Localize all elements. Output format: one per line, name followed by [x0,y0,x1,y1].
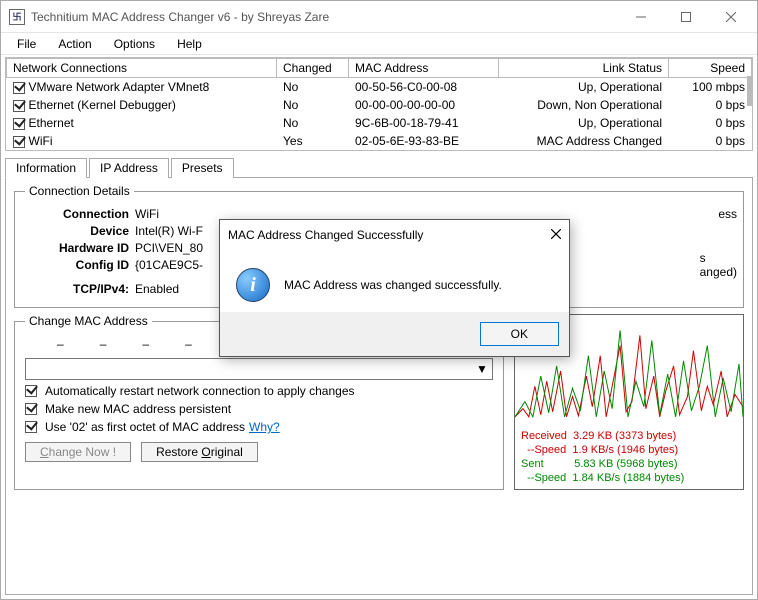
label-config-id: Config ID [25,258,135,272]
window-controls [618,2,753,32]
label-use-02-octet: Use '02' as first octet of MAC address [45,420,245,434]
stat-sent-speed-label: --Speed [527,472,566,484]
hex-octet-input[interactable] [153,335,181,353]
tab-information[interactable]: Information [5,158,87,178]
info-icon: i [236,268,270,302]
stat-received-label: Received [521,430,567,442]
menu-options[interactable]: Options [104,35,165,53]
change-now-button[interactable]: Change Now ! [25,442,131,462]
checkbox-icon[interactable] [13,118,25,130]
label-hardware-id: Hardware ID [25,241,135,255]
col-name[interactable]: Network Connections [7,59,277,78]
truncated-text: ess [718,207,737,221]
checkbox-persistent[interactable] [25,403,37,415]
dialog-message: MAC Address was changed successfully. [284,278,502,292]
change-mac-legend: Change MAC Address [25,314,152,328]
label-auto-restart: Automatically restart network connection… [45,384,355,398]
dialog-title: MAC Address Changed Successfully [228,228,551,242]
menu-help[interactable]: Help [167,35,212,53]
stat-recv-speed-value: 1.9 KB/s (1946 bytes) [572,444,678,456]
chevron-down-icon: ▼ [474,361,490,377]
checkbox-icon[interactable] [13,100,25,112]
hex-octet-input[interactable] [25,335,53,353]
stat-recv-speed-label: --Speed [527,444,566,456]
vendor-combobox[interactable]: ▼ [25,358,493,380]
main-window: 卐 Technitium MAC Address Changer v6 - by… [0,0,758,600]
restore-original-button[interactable]: Restore Original [141,442,258,462]
col-speed[interactable]: Speed [669,59,752,78]
menu-action[interactable]: Action [48,35,101,53]
scrollbar-thumb[interactable] [747,76,752,106]
maximize-button[interactable] [663,2,708,32]
connections-table[interactable]: Network Connections Changed MAC Address … [6,58,752,150]
col-mac[interactable]: MAC Address [349,59,499,78]
table-row[interactable]: Ethernet (Kernel Debugger)No00-00-00-00-… [7,96,752,114]
why-link[interactable]: Why? [249,420,280,434]
stat-received-value: 3.29 KB (3373 bytes) [573,430,676,442]
stat-sent-speed-value: 1.84 KB/s (1884 bytes) [572,472,684,484]
dialog-ok-button[interactable]: OK [480,322,559,346]
value-tcpip: Enabled [135,282,179,296]
value-connection: WiFi [135,207,159,221]
table-header-row: Network Connections Changed MAC Address … [7,59,752,78]
tab-strip: Information IP Address Presets [5,157,753,177]
traffic-stats: Received 3.29 KB (3373 bytes) --Speed 1.… [515,427,743,489]
col-changed[interactable]: Changed [277,59,349,78]
success-dialog: MAC Address Changed Successfully i MAC A… [219,219,570,357]
checkbox-auto-restart[interactable] [25,385,37,397]
menubar: File Action Options Help [1,33,757,55]
value-config-id: {01CAE9C5- [135,258,203,272]
close-button[interactable] [708,2,753,32]
hex-octet-input[interactable] [68,335,96,353]
dialog-close-button[interactable] [551,228,561,242]
titlebar: 卐 Technitium MAC Address Changer v6 - by… [1,1,757,33]
label-tcpip: TCP/IPv4: [25,282,135,296]
table-row[interactable]: WiFiYes02-05-6E-93-83-BEMAC Address Chan… [7,132,752,150]
col-link[interactable]: Link Status [499,59,669,78]
dialog-titlebar: MAC Address Changed Successfully [220,220,569,250]
truncated-text: sanged) [700,251,737,279]
label-device: Device [25,224,135,238]
tab-presets[interactable]: Presets [171,158,234,178]
checkbox-icon[interactable] [13,136,25,148]
label-connection: Connection [25,207,135,221]
connections-table-wrap: Network Connections Changed MAC Address … [5,57,753,151]
checkbox-icon[interactable] [13,82,25,94]
value-hardware-id: PCI\VEN_80 [135,241,203,255]
menu-file[interactable]: File [7,35,46,53]
stat-sent-value: 5.83 KB (5968 bytes) [574,458,677,470]
stat-sent-label: Sent [521,458,544,470]
value-device: Intel(R) Wi-F [135,224,203,238]
window-title: Technitium MAC Address Changer v6 - by S… [31,10,618,24]
table-row[interactable]: VMware Network Adapter VMnet8No00-50-56-… [7,78,752,97]
minimize-button[interactable] [618,2,663,32]
app-icon: 卐 [9,9,25,25]
connection-details-legend: Connection Details [25,184,134,198]
tab-ip-address[interactable]: IP Address [89,158,169,178]
table-row[interactable]: EthernetNo9C-6B-00-18-79-41Up, Operation… [7,114,752,132]
label-persistent: Make new MAC address persistent [45,402,231,416]
checkbox-use-02-octet[interactable] [25,421,37,433]
hex-octet-input[interactable] [110,335,138,353]
